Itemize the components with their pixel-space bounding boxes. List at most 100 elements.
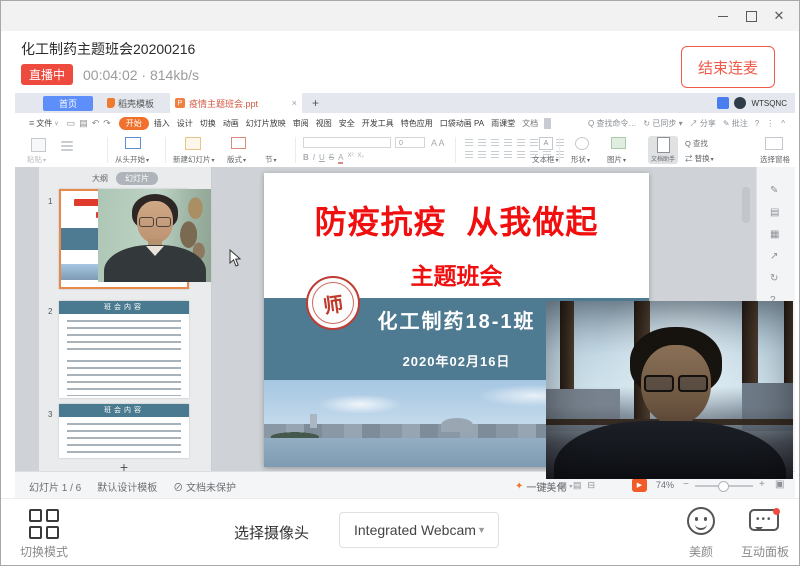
- member-icon[interactable]: [717, 97, 729, 109]
- cut-copy-painter-icons[interactable]: [61, 139, 73, 153]
- switch-mode-button[interactable]: [29, 509, 59, 539]
- account-name[interactable]: WTSQNC: [751, 99, 787, 108]
- maximize-button[interactable]: [737, 1, 765, 31]
- undo-icon[interactable]: ↶: [92, 118, 100, 129]
- slide-thumbnail-3[interactable]: 班会内容: [59, 404, 189, 458]
- ribbon-tab-slideshow[interactable]: 幻灯片放映: [244, 117, 288, 130]
- section-button[interactable]: 节: [265, 154, 277, 165]
- font-family-select[interactable]: [303, 137, 391, 148]
- font-grow-shrink-buttons[interactable]: A A: [431, 138, 445, 148]
- sidebar-pane-icon[interactable]: ▤: [770, 207, 779, 218]
- ribbon-tab-docs[interactable]: 文档: [520, 117, 540, 130]
- protection-status[interactable]: ⊘ 文档未保护: [173, 479, 236, 494]
- zoom-level[interactable]: 74%: [656, 480, 674, 490]
- fit-to-window-icon[interactable]: ▣: [775, 479, 784, 490]
- shapes-button[interactable]: 形状: [571, 154, 590, 165]
- italic-button[interactable]: I: [313, 153, 315, 164]
- notes-view-icon[interactable]: ⊟: [588, 480, 596, 491]
- ribbon-tab-home[interactable]: 开始: [119, 117, 149, 130]
- webcam2-person-hair: [630, 327, 722, 397]
- presenter-webcam-video[interactable]: [98, 189, 211, 282]
- wps-template-store-tab[interactable]: 稻壳模板: [107, 97, 154, 110]
- minimize-button[interactable]: [709, 1, 737, 31]
- bold-button[interactable]: B: [303, 153, 309, 164]
- ribbon-tab-security[interactable]: 安全: [337, 117, 357, 130]
- ribbon-tab-pocket-animation[interactable]: 口袋动画 PA: [438, 117, 486, 130]
- font-color-button[interactable]: A: [338, 153, 343, 164]
- help-button[interactable]: ?: [755, 119, 759, 128]
- print-icon[interactable]: ▤: [79, 118, 88, 129]
- find-command-box[interactable]: Q 查找命令…: [588, 118, 636, 129]
- webcam2-buildings-right: [742, 383, 793, 431]
- layout-button[interactable]: 版式: [227, 154, 246, 165]
- slideshow-play-button[interactable]: ▶: [632, 478, 647, 492]
- ribbon-tab-animation[interactable]: 动画: [221, 117, 241, 130]
- sidebar-edit-icon[interactable]: ✎: [770, 185, 778, 196]
- redo-icon[interactable]: ↷: [103, 118, 111, 129]
- account-avatar[interactable]: [734, 97, 746, 109]
- ribbon-tab-design[interactable]: 设计: [175, 117, 195, 130]
- new-slide-button[interactable]: 新建幻灯片: [173, 154, 215, 165]
- zoom-out-button[interactable]: −: [683, 479, 689, 490]
- paste-button[interactable]: 粘贴: [27, 154, 46, 165]
- slides-tab[interactable]: 幻灯片: [116, 172, 158, 185]
- close-button[interactable]: ✕: [765, 1, 793, 31]
- subscript-button[interactable]: X₂: [357, 153, 363, 164]
- play-from-start-icon[interactable]: [125, 137, 141, 149]
- replace-button[interactable]: ⇄ 替换: [685, 153, 714, 164]
- slide-thumbnail-2[interactable]: 班会内容: [59, 301, 189, 398]
- slide-number: 1: [48, 197, 52, 206]
- sidebar-share-icon[interactable]: ↗: [770, 251, 778, 262]
- new-slide-icon[interactable]: [185, 137, 201, 150]
- local-webcam-video[interactable]: [546, 301, 793, 479]
- ribbon-tab-rain-classroom[interactable]: 雨课堂: [489, 117, 517, 130]
- wps-home-tab[interactable]: 首页: [43, 96, 93, 111]
- sidebar-grid-icon[interactable]: ▦: [770, 229, 779, 240]
- save-icon[interactable]: ▭: [67, 118, 76, 129]
- camera-select-dropdown[interactable]: Integrated Webcam ▼: [339, 512, 499, 548]
- share-button[interactable]: ↗ 分享: [690, 118, 716, 129]
- doc-assistant-button[interactable]: 文档助手: [648, 136, 678, 164]
- interaction-panel-button[interactable]: •••: [749, 509, 779, 531]
- outline-tab[interactable]: 大纲: [92, 173, 108, 184]
- new-tab-button[interactable]: +: [312, 96, 319, 110]
- sync-status[interactable]: ↻ 已同步 ▾: [643, 118, 682, 129]
- sidebar-sync-icon[interactable]: ↻: [770, 273, 778, 284]
- more-icon[interactable]: ⋮: [766, 119, 774, 128]
- reading-view-icon[interactable]: ▤: [573, 480, 582, 491]
- template-name[interactable]: 默认设计模板: [97, 479, 157, 494]
- collapse-ribbon-icon[interactable]: ^: [781, 119, 785, 128]
- chat-dots-icon: •••: [756, 518, 772, 521]
- font-format-buttons: B I U S A X² X₂: [303, 153, 364, 164]
- tab-close-icon[interactable]: ×: [292, 98, 297, 108]
- play-from-start-button[interactable]: 从头开始: [115, 154, 149, 165]
- layout-icon[interactable]: [231, 137, 246, 149]
- comment-button[interactable]: ✎ 批注: [723, 118, 748, 129]
- end-connection-button[interactable]: 结束连麦: [681, 46, 775, 88]
- superscript-button[interactable]: X²: [347, 153, 353, 164]
- zoom-in-button[interactable]: +: [759, 479, 765, 490]
- find-button[interactable]: Q 查找: [685, 138, 708, 149]
- ribbon-tab-review[interactable]: 审阅: [291, 117, 311, 130]
- beauty-filter-button[interactable]: [687, 507, 715, 535]
- wps-document-tab[interactable]: P 疫情主题班会.ppt ×: [170, 93, 302, 113]
- underline-button[interactable]: U: [319, 153, 325, 164]
- ribbon-tab-devtools[interactable]: 开发工具: [360, 117, 396, 130]
- ribbon-tab-view[interactable]: 视图: [314, 117, 334, 130]
- text-box-button[interactable]: 文本框: [532, 154, 559, 165]
- ribbon-tab-insert[interactable]: 插入: [152, 117, 172, 130]
- picture-button[interactable]: 图片: [607, 154, 626, 165]
- normal-view-icon[interactable]: ▭: [544, 480, 553, 491]
- strikethrough-button[interactable]: S: [329, 153, 334, 164]
- maximize-icon: [746, 11, 757, 22]
- selection-pane-button[interactable]: 选择窗格: [760, 154, 790, 165]
- sorter-view-icon[interactable]: ▦: [559, 480, 568, 491]
- scrollbar-thumb[interactable]: [742, 187, 750, 223]
- ribbon-tab-features[interactable]: 特色应用: [399, 117, 435, 130]
- slide-number: 3: [48, 410, 52, 419]
- font-size-select[interactable]: 0: [395, 137, 425, 148]
- paste-icon[interactable]: [31, 138, 46, 152]
- file-menu[interactable]: ≡ 文件 ∨: [29, 118, 59, 129]
- zoom-slider-knob[interactable]: [718, 481, 729, 492]
- ribbon-tab-transition[interactable]: 切换: [198, 117, 218, 130]
